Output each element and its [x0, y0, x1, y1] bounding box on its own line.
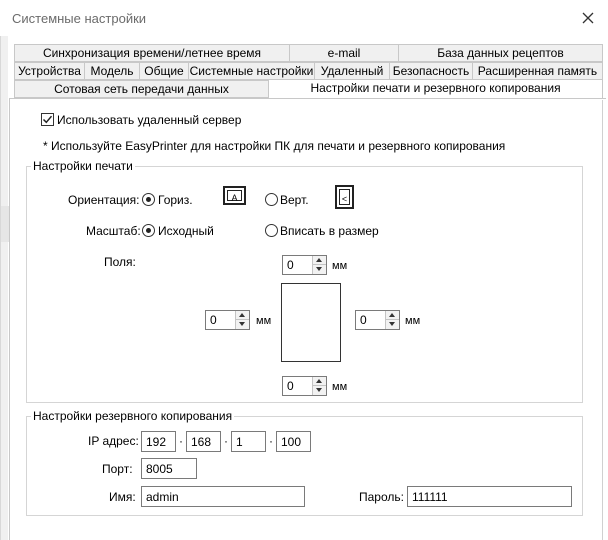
tab-system-settings[interactable]: Системные настройки	[188, 62, 315, 80]
spin-up-icon[interactable]	[313, 377, 326, 386]
tab-label: Удаленный	[320, 64, 384, 78]
margin-right-spinner[interactable]: 0	[355, 310, 400, 330]
print-settings-title: Настройки печати	[31, 159, 135, 173]
port-label: Порт:	[102, 462, 133, 476]
tab-email[interactable]: e-mail	[289, 44, 399, 62]
spin-down-icon[interactable]	[386, 320, 399, 329]
password-value: 111111	[412, 490, 448, 504]
tab-label: e-mail	[327, 46, 361, 60]
scale-original-label: Исходный	[158, 224, 214, 238]
tab-recipe-db[interactable]: База данных рецептов	[398, 44, 603, 62]
page-preview	[281, 283, 341, 362]
tab-label: Сотовая сеть передачи данных	[54, 82, 229, 96]
margin-top-unit: мм	[332, 260, 348, 272]
close-icon[interactable]	[578, 8, 598, 28]
tab-model[interactable]: Модель	[84, 62, 140, 80]
landscape-page-icon: A	[223, 186, 246, 205]
use-remote-server-label: Использовать удаленный сервер	[57, 113, 242, 127]
margins-label: Поля:	[104, 255, 136, 269]
password-field[interactable]: 111111	[407, 486, 572, 507]
password-label: Пароль:	[359, 490, 404, 504]
portrait-page-icon: <	[335, 185, 354, 209]
ip-separator: ·	[269, 434, 273, 448]
tab-extended-memory[interactable]: Расширенная память	[472, 62, 603, 80]
tab-label: Устройства	[18, 64, 81, 78]
spin-up-icon[interactable]	[386, 311, 399, 320]
title-bar: Системные настройки	[0, 0, 608, 36]
scale-label: Масштаб:	[86, 224, 141, 238]
tab-remote[interactable]: Удаленный	[314, 62, 390, 80]
backup-settings-title: Настройки резервного копирования	[31, 409, 235, 423]
ip-separator: ·	[224, 434, 228, 448]
ip-octet-2-field[interactable]: 168	[186, 431, 221, 452]
margin-left-value: 0	[210, 313, 217, 327]
orientation-label: Ориентация:	[68, 193, 140, 207]
window-edge	[0, 36, 9, 540]
tab-label: Системные настройки	[189, 64, 314, 78]
margin-bottom-value: 0	[287, 379, 294, 393]
scale-fit-label: Вписать в размер	[280, 224, 379, 238]
orientation-portrait-label: Верт.	[280, 193, 309, 207]
tab-label: Общие	[144, 64, 184, 78]
window-title: Системные настройки	[12, 11, 147, 26]
tab-time-sync[interactable]: Синхронизация времени/летнее время	[14, 44, 290, 62]
scale-fit-radio[interactable]	[265, 224, 278, 237]
checkmark-icon	[42, 115, 53, 124]
use-remote-server-checkbox[interactable]	[41, 113, 54, 126]
tab-label: База данных рецептов	[437, 46, 564, 60]
ip-octet-4-field[interactable]: 100	[276, 431, 311, 452]
ip-octet-value: 100	[281, 435, 302, 449]
margin-left-spinner[interactable]: 0	[205, 310, 250, 330]
easyprinter-note: * Используйте EasyPrinter для настройки …	[43, 139, 506, 153]
ip-octet-value: 192	[146, 435, 167, 449]
spin-down-icon[interactable]	[313, 386, 326, 395]
margin-bottom-unit: мм	[332, 381, 348, 393]
port-field[interactable]: 8005	[141, 458, 197, 479]
tab-label: Синхронизация времени/летнее время	[42, 46, 262, 60]
tab-devices[interactable]: Устройства	[14, 62, 85, 80]
tab-label: Настройки печати и резервного копировани…	[310, 81, 561, 95]
margin-bottom-spinner[interactable]: 0	[282, 376, 327, 396]
tab-general[interactable]: Общие	[139, 62, 189, 80]
margin-left-unit: мм	[256, 315, 272, 327]
scale-original-radio[interactable]	[142, 224, 155, 237]
ip-separator: ·	[179, 434, 183, 448]
tab-print-backup[interactable]: Настройки печати и резервного копировани…	[268, 79, 603, 99]
tab-security[interactable]: Безопасность	[389, 62, 473, 80]
margin-right-unit: мм	[405, 315, 421, 327]
panel-border	[602, 100, 603, 540]
username-value: admin	[146, 490, 179, 504]
spin-up-icon[interactable]	[236, 311, 249, 320]
margin-right-value: 0	[360, 313, 367, 327]
tab-label: Расширенная память	[477, 64, 598, 78]
port-value: 8005	[146, 462, 173, 476]
orientation-landscape-label: Гориз.	[158, 193, 193, 207]
ip-octet-3-field[interactable]: 1	[231, 431, 266, 452]
ip-address-label: IP адрес:	[88, 434, 139, 448]
margin-top-spinner[interactable]: 0	[282, 255, 327, 275]
ip-octet-value: 1	[236, 435, 243, 449]
spin-up-icon[interactable]	[313, 256, 326, 265]
ip-octet-1-field[interactable]: 192	[141, 431, 176, 452]
username-field[interactable]: admin	[141, 486, 305, 507]
orientation-portrait-radio[interactable]	[265, 193, 278, 206]
orientation-landscape-radio[interactable]	[142, 193, 155, 206]
margin-top-value: 0	[287, 258, 294, 272]
spin-down-icon[interactable]	[313, 265, 326, 274]
tab-label: Модель	[90, 64, 134, 78]
ip-octet-value: 168	[191, 435, 212, 449]
username-label: Имя:	[109, 490, 136, 504]
spin-down-icon[interactable]	[236, 320, 249, 329]
tab-label: Безопасность	[392, 64, 470, 78]
tab-cellular[interactable]: Сотовая сеть передачи данных	[14, 80, 269, 98]
